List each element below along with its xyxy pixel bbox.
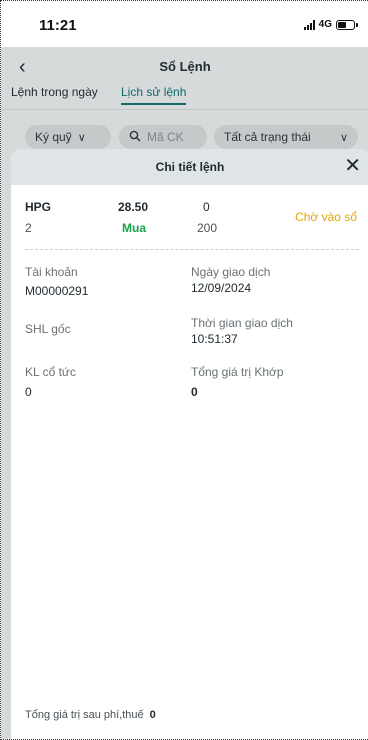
tab-bar: Lệnh trong ngày Lịch sử lệnh	[1, 85, 368, 107]
page-title: Sổ Lệnh	[159, 59, 211, 74]
search-icon	[129, 130, 141, 145]
battery-icon	[336, 19, 358, 30]
divider	[25, 249, 359, 250]
order-quantity: 2	[25, 221, 32, 235]
trade-date-label: Ngày giao dịch	[191, 265, 271, 279]
account-type-dropdown[interactable]: Ký quỹ ∨	[25, 125, 111, 149]
account-label: Tài khoản	[25, 265, 78, 279]
order-symbol: HPG	[25, 200, 52, 214]
status-time: 11:21	[39, 17, 77, 34]
dividend-value: 0	[25, 385, 32, 399]
status-filter-value: Tất cả trạng thái	[224, 130, 311, 144]
tab-today-orders[interactable]: Lệnh trong ngày	[11, 85, 98, 99]
symbol-search-input[interactable]: Mã CK	[119, 125, 207, 149]
order-side: Mua	[122, 221, 146, 235]
trade-time-label: Thời gian giao dịch	[191, 316, 293, 330]
filter-bar: Ký quỹ ∨ Mã CK Tất cả trạng thái ∨	[1, 125, 368, 151]
status-bar: 11:21 4G	[1, 1, 368, 47]
trade-time-value: 10:51:37	[191, 332, 238, 346]
footer-total-label: Tổng giá trị sau phí,thuế	[25, 709, 144, 721]
chevron-down-icon: ∨	[77, 131, 86, 144]
order-matched: 0	[203, 200, 210, 214]
sheet-title: Chi tiết lệnh	[155, 160, 225, 174]
footer-total: Tổng giá trị sau phí,thuế 0	[25, 709, 156, 721]
trade-date-value: 12/09/2024	[191, 281, 252, 295]
account-type-value: Ký quỹ	[35, 130, 72, 144]
dividend-label: KL cổ tức	[25, 365, 76, 379]
order-summary: HPG 28.50 0 2 Mua 200 Chờ vào sổ	[11, 197, 368, 245]
shl-label: SHL gốc	[25, 322, 71, 336]
total-matched-label: Tổng giá trị Khớp	[191, 365, 284, 379]
order-status: Chờ vào sổ	[295, 210, 357, 224]
header: ‹ Sổ Lệnh Lệnh trong ngày Lịch sử lệnh	[1, 47, 368, 107]
account-value: M00000291	[25, 284, 89, 298]
status-filter-dropdown[interactable]: Tất cả trạng thái ∨	[214, 125, 358, 149]
close-icon[interactable]: ✕	[344, 154, 361, 178]
search-placeholder: Mã CK	[147, 130, 184, 144]
signal-icon	[303, 19, 315, 30]
footer-total-value: 0	[149, 709, 156, 721]
order-detail-sheet: Chi tiết lệnh ✕ HPG 28.50 0 2 Mua 200 Ch…	[11, 149, 368, 739]
chevron-down-icon: ∨	[339, 131, 348, 144]
battery-level	[338, 21, 347, 28]
order-volume: 200	[197, 221, 218, 235]
network-label: 4G	[318, 19, 332, 30]
sheet-header: Chi tiết lệnh ✕	[11, 149, 368, 185]
phone-screen: 11:21 4G ‹ Sổ Lệnh Lệnh trong ngày Lịch …	[0, 0, 368, 740]
divider	[1, 109, 368, 110]
order-price: 28.50	[118, 200, 149, 214]
status-icons: 4G	[303, 19, 358, 30]
sheet-body: HPG 28.50 0 2 Mua 200 Chờ vào sổ Tài kho…	[11, 185, 368, 739]
tab-order-history[interactable]: Lịch sử lệnh	[121, 85, 187, 105]
total-matched-value: 0	[191, 385, 198, 399]
